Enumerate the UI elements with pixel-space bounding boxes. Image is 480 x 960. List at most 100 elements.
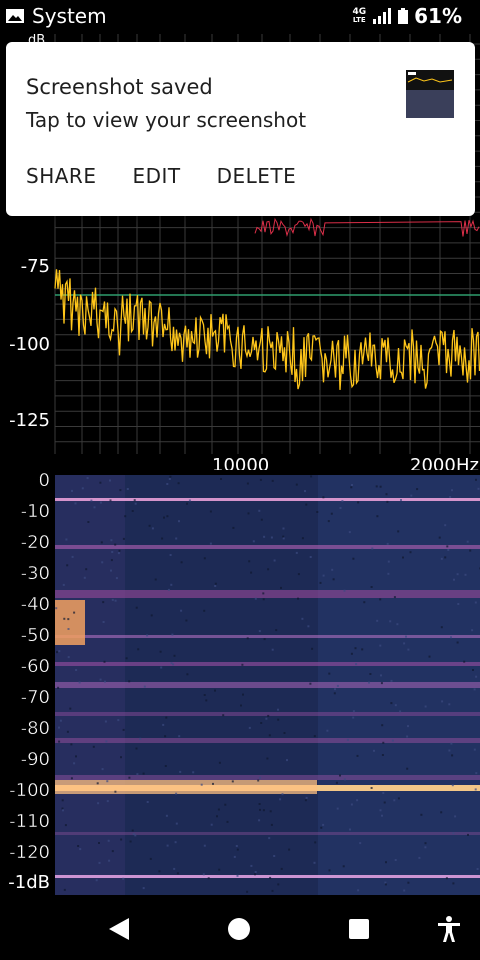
y-tick-label: -75: [21, 256, 50, 277]
spectrogram-noise: [475, 772, 478, 775]
spectrogram-noise: [332, 578, 335, 581]
spectrogram-noise: [148, 524, 151, 527]
spectrogram-noise: [259, 808, 261, 811]
db-tick-label: -40: [21, 594, 50, 615]
spectrogram-noise: [369, 673, 372, 675]
notification-text: Tap to view your screenshot: [26, 108, 307, 132]
spectrogram-noise: [205, 699, 208, 702]
spectrogram-noise: [475, 478, 477, 481]
db-tick-label: -70: [21, 687, 50, 708]
spectrogram-noise: [214, 585, 217, 587]
spectrogram-noise: [361, 648, 364, 651]
spectrogram-noise: [73, 762, 76, 765]
image-icon: [6, 9, 24, 23]
spectrogram-noise: [270, 536, 273, 539]
spectrogram-noise: [103, 660, 106, 663]
spectrogram-noise: [108, 859, 111, 862]
spectrogram-noise: [382, 792, 385, 794]
edit-button[interactable]: EDIT: [132, 164, 180, 188]
spectrogram-noise: [203, 557, 206, 560]
share-button[interactable]: SHARE: [26, 164, 96, 188]
spectrogram-noise: [104, 720, 107, 723]
spectrum-y-ticks: -75 -100 -125: [9, 256, 50, 431]
spectrogram-noise: [186, 673, 189, 676]
spectrogram-noise: [149, 857, 152, 860]
screenshot-notification[interactable]: Screenshot saved Tap to view your screen…: [6, 42, 475, 216]
spectrogram-noise: [301, 617, 304, 620]
spectrogram-noise: [379, 644, 382, 647]
spectrogram-noise: [235, 845, 238, 847]
recents-button[interactable]: [344, 914, 374, 944]
spectrogram-noise: [451, 754, 454, 757]
spectrogram-noise: [176, 872, 179, 875]
db-tick-label: -120: [9, 842, 50, 863]
spectrogram-noise: [160, 666, 163, 669]
spectrogram-noise: [167, 588, 170, 591]
accessibility-button[interactable]: [434, 914, 464, 944]
back-button[interactable]: [104, 914, 134, 944]
spectrogram-noise: [260, 722, 263, 724]
spectrogram-noise: [263, 535, 266, 538]
spectrogram-noise: [218, 868, 221, 871]
spectrogram-noise: [288, 848, 291, 851]
spectrogram-noise: [133, 499, 136, 502]
spectrogram-noise: [405, 635, 407, 638]
spectrogram-noise: [174, 841, 177, 844]
spectrogram-noise: [111, 551, 114, 553]
spectrogram-noise: [246, 890, 249, 893]
spectrogram-noise: [260, 518, 263, 521]
spectrogram[interactable]: 0 -10 -20 -30 -40 -50 -60 -70 -80 -90 -100 -110 -120…: [0, 470, 480, 896]
spectrogram-noise: [209, 510, 212, 513]
spectrogram-noise: [78, 681, 81, 684]
spectrogram-noise: [99, 481, 102, 484]
spectrogram-noise: [282, 537, 285, 540]
spectrogram-noise: [247, 512, 250, 515]
spectrogram-noise: [464, 573, 467, 576]
spectrogram-noise: [64, 824, 67, 827]
status-left: System: [6, 4, 107, 28]
spectrogram-noise: [258, 819, 261, 822]
spectrogram-noise: [402, 556, 404, 559]
spectrogram-noise: [271, 889, 274, 892]
spectrogram-noise: [170, 583, 173, 586]
back-icon: [109, 918, 129, 940]
spectrogram-noise: [295, 483, 298, 486]
spectrogram-noise: [257, 779, 260, 782]
spectrogram-noise: [350, 486, 353, 489]
db-tick-label: 0: [39, 470, 50, 491]
spectrogram-noise: [387, 560, 390, 563]
spectrogram-noise: [322, 496, 325, 499]
spectrogram-noise: [90, 499, 93, 502]
spectrogram-noise: [168, 478, 171, 480]
spectrogram-noise: [259, 478, 262, 481]
delete-button[interactable]: DELETE: [217, 164, 297, 188]
spectrogram-noise: [445, 877, 448, 880]
spectrogram-noise: [311, 647, 314, 650]
screenshot-thumbnail[interactable]: [406, 70, 454, 118]
spectrogram-band: [55, 738, 480, 743]
notification-title: Screenshot saved: [26, 75, 213, 99]
x-unit-label: Hz: [456, 455, 479, 470]
spectrogram-noise: [173, 867, 176, 870]
spectrogram-noise: [456, 641, 459, 644]
spectrogram-noise: [305, 796, 308, 799]
spectrogram-noise: [456, 573, 459, 576]
spectrogram-noise: [407, 648, 410, 651]
spectrogram-noise: [403, 889, 406, 892]
spectrogram-noise: [381, 724, 384, 727]
db-tick-label: -50: [21, 625, 50, 646]
spectrogram-noise: [352, 716, 355, 719]
notification-actions: SHARE EDIT DELETE: [26, 164, 296, 188]
spectrogram-noise: [472, 669, 474, 671]
spectrogram-noise: [136, 773, 139, 776]
spectrogram-noise: [254, 871, 257, 873]
spectrogram-noise: [394, 704, 397, 707]
spectrogram-band: [55, 832, 480, 835]
spectrogram-noise: [93, 506, 96, 509]
spectrogram-noise: [254, 597, 257, 600]
spectrogram-noise: [297, 573, 300, 576]
spectrogram-noise: [200, 783, 203, 786]
home-button[interactable]: [224, 914, 254, 944]
spectrogram-noise: [131, 510, 134, 512]
spectrogram-noise: [397, 530, 400, 533]
